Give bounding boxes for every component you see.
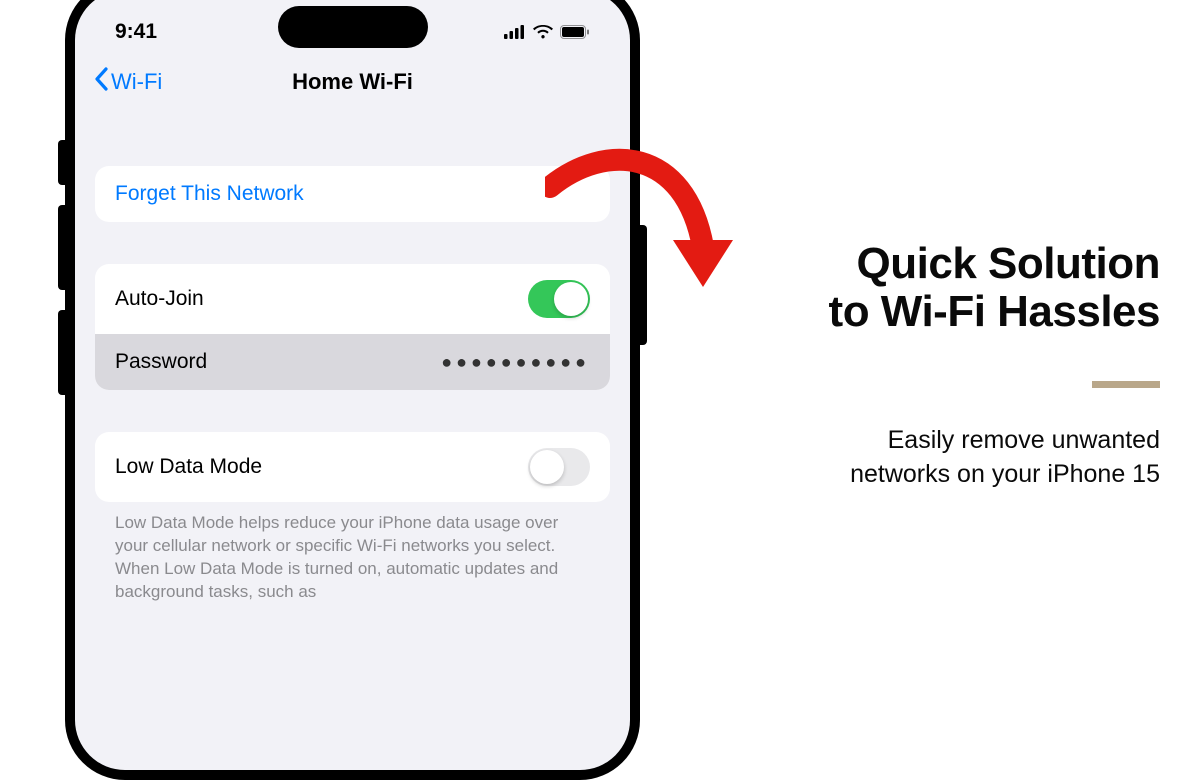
- low-data-mode-footer: Low Data Mode helps reduce your iPhone d…: [95, 502, 610, 604]
- back-button[interactable]: Wi-Fi: [93, 67, 162, 97]
- low-data-mode-toggle[interactable]: [528, 448, 590, 486]
- toggle-knob: [530, 450, 564, 484]
- cellular-signal-icon: [504, 25, 526, 39]
- subhead-line-2: networks on your iPhone 15: [850, 460, 1160, 488]
- status-time: 9:41: [115, 20, 157, 44]
- promo-headline: Quick Solution to Wi-Fi Hassles: [720, 240, 1160, 337]
- chevron-left-icon: [93, 67, 109, 97]
- power-button: [640, 225, 647, 345]
- forget-network-button[interactable]: Forget This Network: [95, 166, 610, 222]
- status-icons: [504, 25, 590, 39]
- wifi-icon: [533, 25, 553, 39]
- volume-down-button: [58, 310, 65, 395]
- dynamic-island: [278, 6, 428, 48]
- battery-icon: [560, 25, 590, 39]
- headline-line-2: to Wi-Fi Hassles: [829, 287, 1160, 336]
- promo-subhead: Easily remove unwanted networks on your …: [720, 424, 1160, 492]
- forget-network-group: Forget This Network: [95, 166, 610, 222]
- low-data-mode-label: Low Data Mode: [115, 455, 262, 479]
- navigation-bar: Wi-Fi Home Wi-Fi: [75, 50, 630, 108]
- password-value-masked: ●●●●●●●●●●: [441, 352, 590, 373]
- forget-network-label: Forget This Network: [115, 182, 304, 206]
- promo-panel: Quick Solution to Wi-Fi Hassles Easily r…: [720, 240, 1160, 491]
- subhead-line-1: Easily remove unwanted: [888, 426, 1160, 454]
- toggle-knob: [554, 282, 588, 316]
- back-label: Wi-Fi: [111, 69, 162, 95]
- password-label: Password: [115, 350, 207, 374]
- iphone-frame: 9:41 Wi-Fi Home Wi-Fi: [65, 0, 640, 780]
- auto-join-toggle[interactable]: [528, 280, 590, 318]
- low-data-mode-row: Low Data Mode: [95, 432, 610, 502]
- join-password-group: Auto-Join Password ●●●●●●●●●●: [95, 264, 610, 390]
- divider-accent: [1092, 381, 1160, 388]
- settings-content: Forget This Network Auto-Join Password ●…: [75, 166, 630, 604]
- auto-join-row: Auto-Join: [95, 264, 610, 334]
- password-row[interactable]: Password ●●●●●●●●●●: [95, 334, 610, 390]
- headline-line-1: Quick Solution: [857, 239, 1160, 288]
- auto-join-label: Auto-Join: [115, 287, 204, 311]
- low-data-group: Low Data Mode: [95, 432, 610, 502]
- iphone-screen: 9:41 Wi-Fi Home Wi-Fi: [75, 0, 630, 770]
- page-title: Home Wi-Fi: [292, 69, 413, 95]
